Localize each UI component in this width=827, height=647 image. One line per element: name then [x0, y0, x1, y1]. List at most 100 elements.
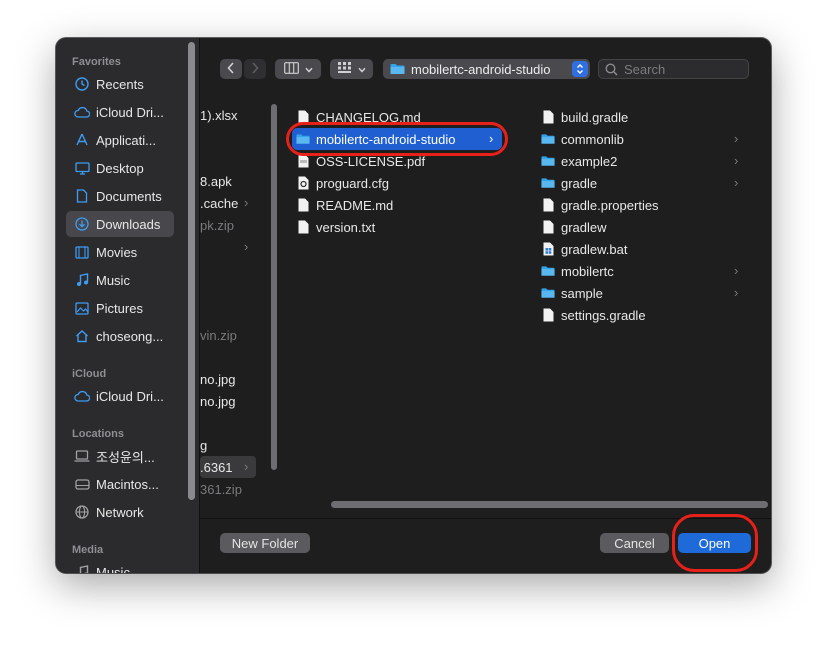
folder-icon: [390, 63, 405, 75]
icloud-header: iCloud: [72, 368, 107, 380]
list-item[interactable]: no.jpg: [200, 368, 235, 390]
sidebar-item-label: iCloud Dri...: [96, 104, 164, 120]
sidebar-item-home[interactable]: choseong...: [66, 323, 174, 349]
music-icon: [74, 272, 90, 288]
list-item[interactable]: .cache: [200, 192, 238, 214]
chevron-right-icon: ›: [244, 459, 249, 474]
sidebar-item-network[interactable]: Network: [66, 499, 174, 525]
list-item[interactable]: proguard.cfg: [296, 172, 506, 194]
search-icon: [605, 62, 618, 76]
favorites-header: Favorites: [72, 56, 121, 68]
horizontal-scrollbar[interactable]: [331, 501, 768, 508]
media-header: Media: [72, 544, 104, 556]
list-item[interactable]: build.gradle: [541, 106, 741, 128]
clock-icon: [74, 76, 90, 92]
list-item[interactable]: gradle: [541, 172, 741, 194]
list-item[interactable]: example2: [541, 150, 741, 172]
list-item[interactable]: commonlib: [541, 128, 741, 150]
network-icon: [74, 504, 90, 520]
sidebar-item-downloads[interactable]: Downloads: [66, 211, 174, 237]
sidebar-item-label: Downloads: [96, 216, 161, 232]
sidebar-item-label: Movies: [96, 244, 138, 260]
list-item[interactable]: README.md: [296, 194, 506, 216]
highlight-oval-folder: [286, 122, 508, 156]
chevron-left-icon: [227, 61, 235, 77]
sidebar-item-icloud-drive-2[interactable]: iCloud Dri...: [66, 383, 174, 409]
document-icon: [541, 307, 555, 323]
cloud-icon: [74, 104, 90, 120]
list-item[interactable]: gradlew: [541, 216, 741, 238]
sidebar-item-movies[interactable]: Movies: [66, 239, 174, 265]
sidebar-item-macintosh-hd[interactable]: Macintos...: [66, 471, 174, 497]
sidebar-item-pictures[interactable]: Pictures: [66, 295, 174, 321]
sidebar-item-icloud-drive[interactable]: iCloud Dri...: [66, 99, 174, 125]
group-button[interactable]: [330, 59, 373, 79]
path-label: mobilertc-android-studio: [411, 61, 551, 77]
list-item[interactable]: vin.zip: [200, 324, 237, 346]
sidebar-item-applications[interactable]: Applicati...: [66, 127, 174, 153]
sidebar-item-label: Music: [96, 564, 130, 574]
sidebar-item-label: Desktop: [96, 160, 144, 176]
sidebar-item-label: 조성윤의...: [96, 449, 155, 465]
chevron-right-icon: ›: [244, 195, 249, 210]
list-item[interactable]: gradlew.bat: [541, 238, 741, 260]
sidebar-item-label: Recents: [96, 76, 144, 92]
list-item[interactable]: mobilertc: [541, 260, 741, 282]
document-icon: [541, 219, 555, 235]
laptop-icon: [74, 448, 90, 464]
back-button[interactable]: [220, 59, 242, 79]
folder-icon: [541, 153, 555, 169]
view-mode-button[interactable]: [275, 59, 321, 79]
list-item[interactable]: pk.zip: [200, 214, 234, 236]
list-item[interactable]: settings.gradle: [541, 304, 741, 326]
list-item[interactable]: sample: [541, 282, 741, 304]
sidebar-item-label: Music: [96, 272, 130, 288]
sidebar-item-label: Documents: [96, 188, 162, 204]
document-icon: [541, 109, 555, 125]
list-item[interactable]: 8.apk: [200, 170, 232, 192]
config-file-icon: [296, 175, 310, 191]
sidebar-item-recents[interactable]: Recents: [66, 71, 174, 97]
document-icon: [74, 188, 90, 204]
search-field[interactable]: Search: [598, 59, 749, 79]
film-icon: [74, 244, 90, 260]
sidebar-item-media-music[interactable]: Music: [66, 559, 174, 573]
sidebar-item-label: choseong...: [96, 328, 164, 344]
list-item[interactable]: no.jpg: [200, 390, 235, 412]
sidebar-item-label: Applicati...: [96, 132, 156, 148]
sidebar-item-documents[interactable]: Documents: [66, 183, 174, 209]
folder-icon: [541, 263, 555, 279]
search-placeholder: Search: [624, 61, 666, 77]
disk-icon: [74, 476, 90, 492]
list-item[interactable]: 361.zip: [200, 478, 242, 500]
columns-view-icon: [283, 61, 299, 77]
list-item[interactable]: version.txt: [296, 216, 506, 238]
sidebar-item-desktop[interactable]: Desktop: [66, 155, 174, 181]
grid-icon: [337, 61, 352, 77]
folder-icon: [541, 285, 555, 301]
open-dialog: Favorites Recents iCloud Dri... Applicat…: [56, 38, 771, 573]
chevron-down-icon: [357, 62, 366, 76]
folder-icon: [541, 175, 555, 191]
document-icon: [296, 219, 310, 235]
list-item[interactable]: g: [200, 434, 207, 456]
sidebar-item-computer[interactable]: 조성윤의...: [66, 443, 174, 469]
cancel-button[interactable]: Cancel: [600, 533, 669, 553]
music-icon: [74, 564, 90, 573]
chevron-right-icon: ›: [244, 239, 249, 254]
locations-header: Locations: [72, 428, 124, 440]
sidebar-item-label: Macintos...: [96, 476, 159, 492]
applications-icon: [74, 132, 90, 148]
column-1-scrollbar[interactable]: [271, 104, 277, 470]
download-icon: [74, 216, 90, 232]
highlight-oval-open: [672, 514, 758, 572]
updown-chevron-icon: [572, 61, 588, 77]
sidebar-scrollbar[interactable]: [188, 42, 195, 500]
list-item[interactable]: 1).xlsx: [200, 104, 238, 126]
list-item[interactable]: gradle.properties: [541, 194, 741, 216]
new-folder-button[interactable]: New Folder: [220, 533, 310, 553]
path-popup[interactable]: mobilertc-android-studio: [383, 59, 590, 79]
chevron-right-icon: ›: [734, 263, 739, 278]
sidebar-item-music[interactable]: Music: [66, 267, 174, 293]
forward-button[interactable]: [244, 59, 266, 79]
